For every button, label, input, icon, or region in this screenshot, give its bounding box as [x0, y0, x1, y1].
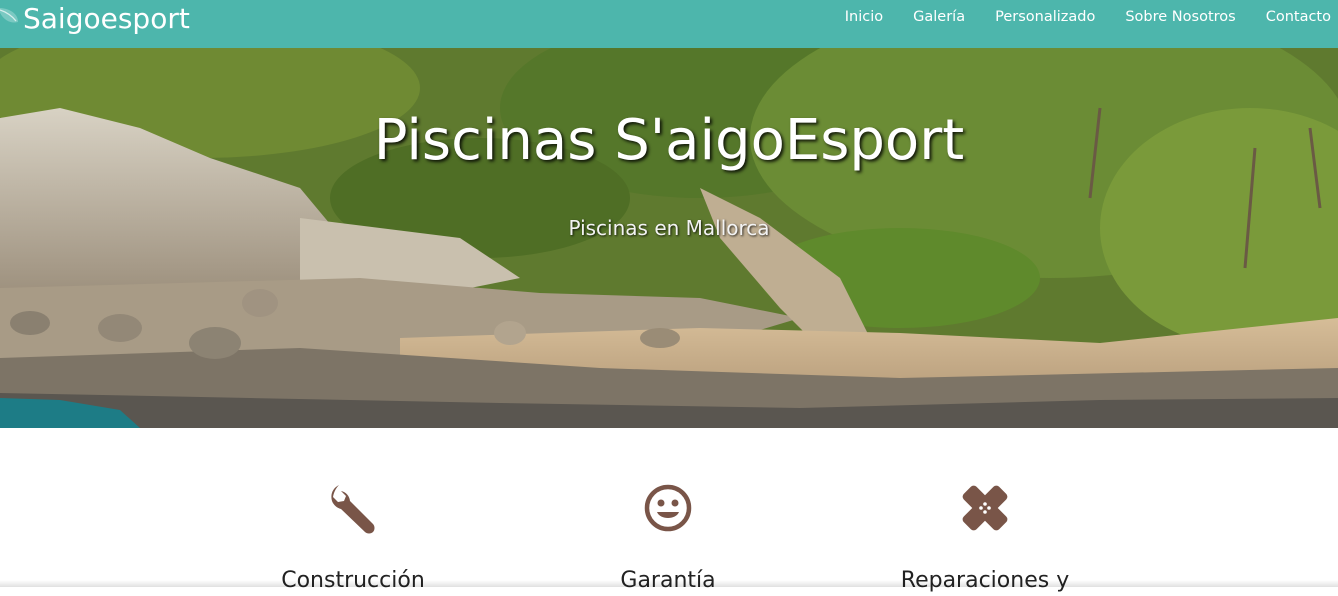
bandage-icon	[962, 485, 1008, 531]
navbar: Saigoesport Inicio Galería Personalizado…	[0, 0, 1338, 48]
nav-link-inicio[interactable]: Inicio	[845, 9, 883, 25]
nav-link-sobre-nosotros[interactable]: Sobre Nosotros	[1125, 9, 1235, 25]
bottom-edge-shadow	[0, 580, 1338, 587]
nav-link-contacto[interactable]: Contacto	[1266, 9, 1331, 25]
brand-logo-link[interactable]: Saigoesport	[0, 0, 190, 38]
feature-construccion: Construcción	[203, 428, 503, 596]
smile-icon	[644, 484, 692, 532]
nav-menu: Inicio Galería Personalizado Sobre Nosot…	[815, 0, 1331, 34]
wrench-icon	[331, 485, 375, 534]
feature-garantia: Garantía	[518, 428, 818, 596]
features-section: Construcción Garantía Reparaciones y	[0, 428, 1338, 593]
nav-link-personalizado[interactable]: Personalizado	[995, 9, 1095, 25]
feature-reparaciones: Reparaciones y	[835, 428, 1135, 596]
hero-banner: Piscinas S'aigoEsport Piscinas en Mallor…	[0, 48, 1338, 428]
leaf-logo-icon	[0, 8, 18, 23]
nav-link-galeria[interactable]: Galería	[913, 9, 965, 25]
hero-title: Piscinas S'aigoEsport	[373, 108, 965, 173]
hero-subtitle: Piscinas en Mallorca	[568, 216, 770, 240]
brand-name: Saigoesport	[23, 2, 190, 35]
